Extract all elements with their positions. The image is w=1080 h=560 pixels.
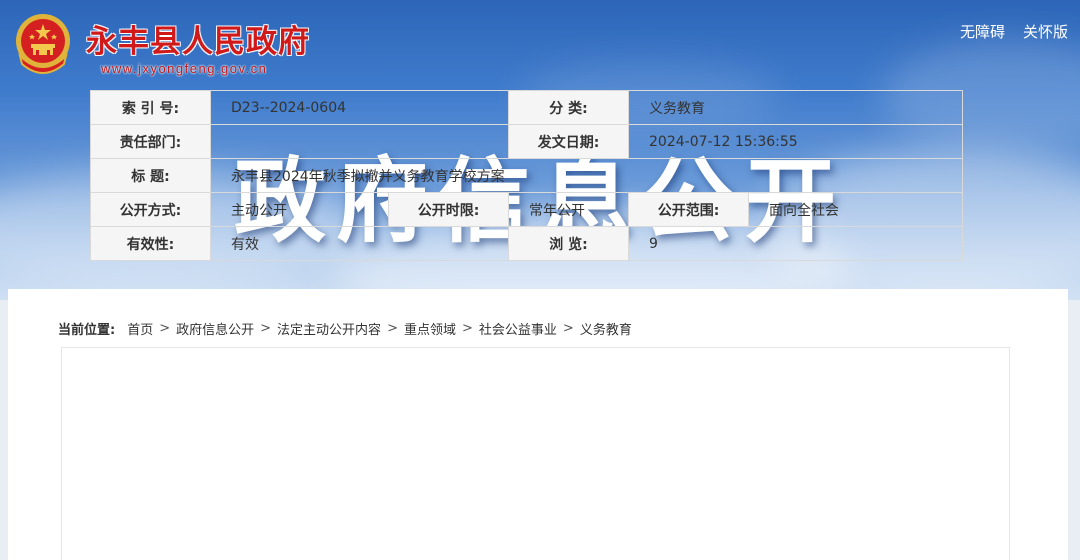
index-value: D23--2024-0604: [209, 90, 510, 125]
table-row: 索 引 号: D23--2024-0604 分 类: 义务教育: [90, 90, 964, 125]
top-links: 无障碍 关怀版: [960, 21, 1068, 42]
date-value: 2024-07-12 15:36:55: [628, 124, 964, 159]
limit-value: 常年公开: [508, 192, 630, 227]
breadcrumb-item-compulsory-education[interactable]: 义务教育: [580, 319, 632, 338]
breadcrumb-label: 当前位置:: [58, 323, 116, 338]
breadcrumb-item-home[interactable]: 首页: [127, 319, 153, 338]
mode-label: 公开方式:: [90, 192, 211, 227]
elderly-mode-link[interactable]: 关怀版: [1023, 21, 1068, 42]
views-value: 9: [628, 226, 964, 261]
accessibility-link[interactable]: 无障碍: [960, 21, 1005, 42]
category-label: 分 类:: [508, 90, 630, 125]
title-value: 永丰县2024年秋季拟撤并义务教育学校方案: [209, 158, 964, 193]
scope-label: 公开范围:: [628, 192, 750, 227]
limit-label: 公开时限:: [387, 192, 510, 227]
table-row: 公开方式: 主动公开 公开时限: 常年公开 公开范围: 面向全社会: [90, 192, 964, 227]
dept-value: [209, 124, 510, 159]
table-row: 有效性: 有效 浏 览: 9: [90, 226, 964, 261]
validity-value: 有效: [209, 226, 510, 261]
breadcrumb-item-gov-info[interactable]: 政府信息公开: [176, 319, 254, 338]
index-label: 索 引 号:: [90, 90, 211, 125]
national-emblem-icon[interactable]: [12, 12, 74, 78]
title-label: 标 题:: [90, 158, 211, 193]
views-label: 浏 览:: [508, 226, 630, 261]
breadcrumb-separator: >: [387, 321, 398, 336]
date-label: 发文日期:: [508, 124, 630, 159]
category-value: 义务教育: [628, 90, 964, 125]
table-row: 标 题: 永丰县2024年秋季拟撤并义务教育学校方案: [90, 158, 964, 193]
content-card: 当前位置: 首页 > 政府信息公开 > 法定主动公开内容 > 重点领域 > 社会…: [8, 289, 1068, 560]
breadcrumb-separator: >: [159, 321, 171, 336]
breadcrumb-separator: >: [562, 321, 574, 336]
mode-value: 主动公开: [210, 192, 389, 227]
breadcrumb: 当前位置: 首页 > 政府信息公开 > 法定主动公开内容 > 重点领域 > 社会…: [58, 319, 632, 338]
breadcrumb-item-statutory[interactable]: 法定主动公开内容: [277, 319, 381, 338]
breadcrumb-separator: >: [461, 321, 473, 336]
breadcrumb-separator: >: [260, 321, 272, 336]
scope-value: 面向全社会: [748, 192, 964, 227]
dept-label: 责任部门:: [90, 124, 211, 159]
breadcrumb-item-public-welfare[interactable]: 社会公益事业: [479, 319, 557, 338]
site-name[interactable]: 永丰县人民政府: [86, 16, 310, 61]
site-url: www.jxyongfeng.gov.cn: [101, 61, 268, 76]
breadcrumb-item-key-areas[interactable]: 重点领域: [404, 319, 456, 338]
table-row: 责任部门: 发文日期: 2024-07-12 15:36:55: [90, 124, 964, 159]
validity-label: 有效性:: [90, 226, 211, 261]
article-box: [61, 347, 1010, 560]
document-meta-table: 索 引 号: D23--2024-0604 分 类: 义务教育 责任部门: 发文…: [90, 90, 964, 261]
